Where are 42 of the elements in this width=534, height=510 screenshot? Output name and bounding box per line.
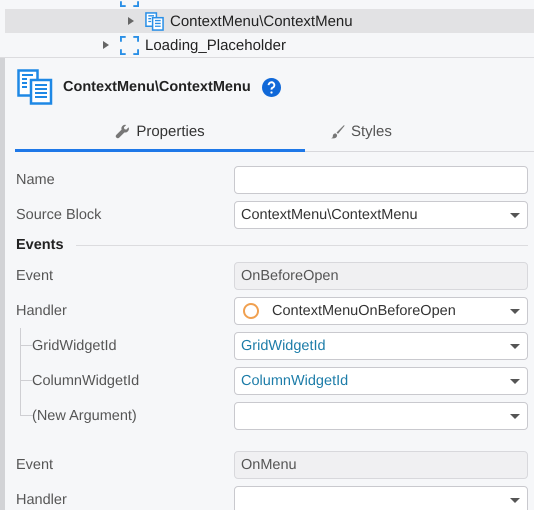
placeholder-icon — [120, 36, 139, 54]
tree-line — [20, 328, 33, 363]
element-title: ContextMenu\ContextMenu — [63, 79, 251, 95]
field-label: Handler — [16, 492, 68, 508]
field-label: Event — [16, 268, 54, 284]
dropdown-field[interactable]: ContextMenu\ContextMenu — [234, 200, 528, 228]
input-field[interactable] — [234, 166, 528, 194]
document-icon — [145, 12, 164, 30]
field-label: Handler — [16, 302, 68, 318]
readonly-field: OnMenu — [234, 450, 528, 478]
dropdown-field[interactable] — [234, 486, 528, 510]
dropdown-arrow-icon — [510, 308, 520, 314]
tab[interactable]: Styles — [305, 114, 465, 152]
caret-icon[interactable] — [102, 40, 110, 50]
wrench-icon — [115, 124, 130, 139]
dropdown-field[interactable]: ColumnWidgetId — [234, 366, 528, 394]
dropdown-arrow-icon — [510, 212, 520, 218]
tab[interactable]: Properties — [15, 114, 305, 152]
tree-item-label: Loading_Placeholder — [145, 36, 286, 54]
document-icon — [17, 69, 53, 105]
tree-item[interactable]: ContextMenu\ContextMenu — [5, 9, 534, 33]
help-icon[interactable] — [262, 78, 281, 96]
dropdown-field[interactable]: GridWidgetId — [234, 332, 528, 360]
dropdown-field[interactable] — [234, 402, 528, 430]
action-icon — [243, 302, 259, 318]
tree-item[interactable]: Loading_Placeholder — [5, 33, 534, 57]
dropdown-arrow-icon — [510, 414, 520, 418]
section-title: Events — [16, 237, 64, 253]
argument-label: ColumnWidgetId — [31, 372, 140, 388]
caret-icon[interactable] — [127, 16, 135, 26]
field-label: Source Block — [16, 206, 102, 222]
readonly-field: OnBeforeOpen — [234, 262, 528, 290]
dropdown-arrow-icon — [510, 498, 520, 502]
tree-item-label: ContextMenu\ContextMenu — [170, 12, 353, 30]
brush-icon — [330, 124, 345, 139]
dropdown-arrow-icon — [510, 344, 520, 348]
field-label: Event — [16, 456, 54, 472]
argument-label: (New Argument) — [31, 408, 138, 424]
field-label: Name — [16, 172, 56, 188]
argument-label: GridWidgetId — [31, 338, 118, 354]
dropdown-arrow-icon — [510, 378, 520, 384]
dropdown-field[interactable]: ContextMenuOnBeforeOpen — [234, 296, 528, 324]
